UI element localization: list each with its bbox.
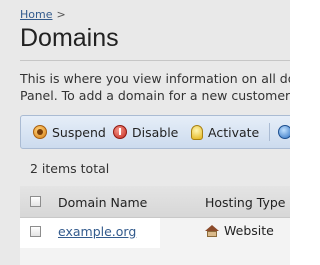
suspend-icon (33, 125, 47, 139)
toolbar: Suspend Disable Activate (20, 115, 290, 149)
more-actions-button[interactable] (278, 116, 290, 148)
breadcrumb: Home > (20, 8, 66, 21)
suspend-button[interactable]: Suspend (33, 116, 106, 148)
disable-label: Disable (132, 124, 179, 140)
select-all-checkbox[interactable] (30, 196, 41, 207)
domains-panel: Home > Domains This is where you view inf… (0, 0, 290, 265)
table-header: Domain Name Hosting Type (20, 186, 290, 218)
disable-button[interactable]: Disable (113, 116, 178, 148)
column-header-hosting-type[interactable]: Hosting Type (205, 195, 285, 210)
toolbar-separator (269, 123, 270, 141)
intro-line-2: Panel. To add a domain for a new custome… (20, 87, 290, 104)
domains-table: Domain Name Hosting Type example.org Web… (20, 186, 290, 265)
house-icon (205, 224, 219, 237)
breadcrumb-separator: > (56, 8, 66, 21)
column-header-domain-name[interactable]: Domain Name (58, 195, 147, 210)
activate-label: Activate (208, 124, 260, 140)
disable-icon (113, 125, 127, 139)
items-total: 2 items total (30, 161, 110, 176)
breadcrumb-home-link[interactable]: Home (20, 8, 52, 21)
row-checkbox[interactable] (30, 226, 41, 237)
domain-link[interactable]: example.org (58, 224, 136, 239)
intro-line-2-text: Panel. To add a domain for a new custome… (20, 88, 290, 103)
suspend-label: Suspend (52, 124, 106, 140)
hosting-type-label: Website (224, 223, 274, 238)
hosting-type-cell: Website (205, 223, 274, 238)
title-divider (20, 60, 290, 61)
page-title: Domains (20, 24, 119, 52)
lightbulb-icon (191, 124, 203, 140)
intro-text: This is where you view information on al… (20, 70, 290, 104)
globe-icon (278, 125, 290, 139)
intro-line-1: This is where you view information on al… (20, 71, 290, 86)
activate-button[interactable]: Activate (191, 116, 259, 148)
